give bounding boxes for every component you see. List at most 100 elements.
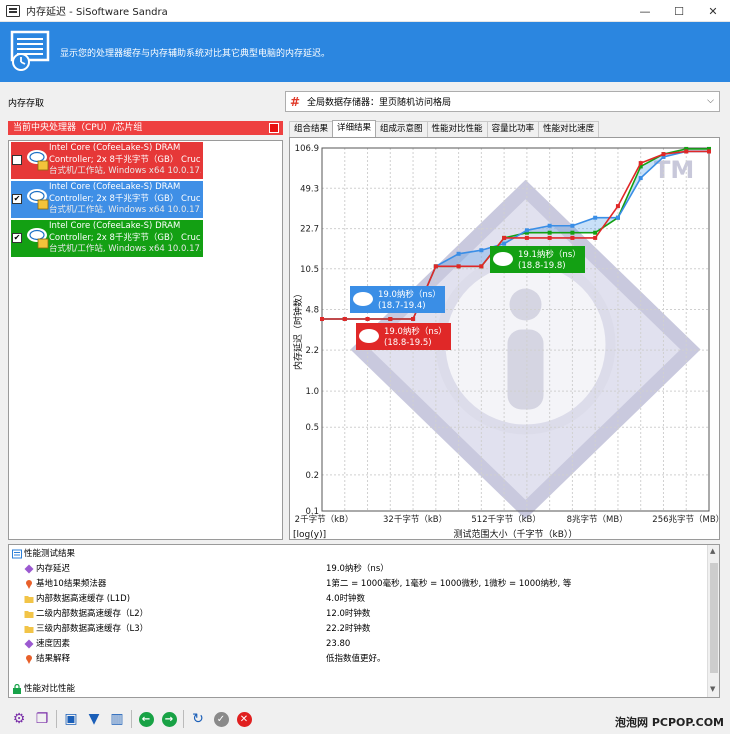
tab-performance-speed[interactable]: 性能对比速度: [538, 121, 600, 137]
results-header[interactable]: 性能测试结果: [9, 547, 709, 562]
intel-logo-icon: [353, 292, 373, 306]
result-label: 内部数据高速缓存 (L1D): [36, 594, 131, 604]
result-label: 结果解释: [36, 654, 71, 664]
title-bar: 内存延迟 - SiSoftware Sandra — ☐ ✕: [0, 0, 730, 22]
device-checkbox[interactable]: ✔: [12, 194, 22, 204]
result-label: 内存延迟: [36, 564, 71, 574]
data-point: [593, 230, 598, 235]
folder-icon: [24, 594, 34, 604]
table-row[interactable]: 内部数据高速缓存 (L1D) 4.0时钟数: [9, 592, 709, 607]
data-point: [524, 228, 529, 233]
data-point: [456, 264, 461, 269]
data-point: [570, 223, 575, 228]
list-item[interactable]: ✔ Intel Core (CofeeLake-S) DRAM Controll…: [11, 220, 203, 257]
intel-cpu-icon: [27, 150, 49, 171]
refresh-icon[interactable]: ↻: [189, 710, 207, 728]
data-point: [365, 317, 370, 322]
table-row[interactable]: 内存延迟 19.0纳秒（ns）: [9, 562, 709, 577]
intel-logo-icon: [493, 252, 513, 266]
current-cpu-header[interactable]: 当前中央处理器（CPU）/芯片组: [8, 121, 283, 135]
window-title: 内存延迟 - SiSoftware Sandra: [26, 7, 168, 18]
annotation-range: (18.7-19.4): [378, 301, 426, 311]
table-row[interactable]: 基地10结果频法器 1第二 = 1000毫秒, 1毫秒 = 1000微秒, 1微秒…: [9, 577, 709, 592]
device-list[interactable]: Intel Core (CofeeLake-S) DRAM Controller…: [8, 140, 283, 540]
tab-combined-results[interactable]: 组合结果: [289, 121, 334, 137]
device-detail: Controller; 2x 8千兆字节（GB） Cruc...: [49, 154, 201, 165]
x-tick-label: 512千字节（kB）: [471, 514, 540, 525]
scroll-down-icon[interactable]: ▼: [710, 685, 715, 693]
data-point: [570, 230, 575, 235]
toolbar-separator: [56, 710, 57, 728]
y-tick-label: 0.5: [305, 423, 319, 433]
results-footer[interactable]: 性能对比性能: [9, 682, 709, 697]
save-icon[interactable]: ▣: [62, 710, 80, 728]
table-row[interactable]: 结果解释 低指数值更好。: [9, 652, 709, 667]
compare-icon[interactable]: ❐: [33, 710, 51, 728]
data-point: [433, 264, 438, 269]
annotation-value: 19.1纳秒（ns）: [518, 249, 581, 260]
table-row[interactable]: 三级内部数据高速缓存（L3） 22.2时钟数: [9, 622, 709, 637]
result-value: 1第二 = 1000毫秒, 1毫秒 = 1000微秒, 1微秒 = 1000纳秒…: [326, 579, 572, 589]
table-row[interactable]: 速度因素 23.80: [9, 637, 709, 652]
y-tick-label: 49.3: [300, 184, 319, 194]
chevron-down-icon[interactable]: ⌵: [707, 96, 714, 106]
result-value: 19.0纳秒（ns）: [326, 564, 389, 574]
result-value: 12.0时钟数: [326, 609, 371, 619]
close-button[interactable]: ✕: [696, 0, 730, 22]
data-point: [502, 235, 507, 240]
data-point: [661, 152, 666, 157]
data-point: [707, 149, 711, 154]
device-checkbox[interactable]: [12, 155, 22, 165]
benchmark-select[interactable]: # 全局数据存储器：里页随机访问格局 ⌵: [285, 91, 720, 112]
maximize-button[interactable]: ☐: [662, 0, 696, 22]
forward-button[interactable]: →: [160, 710, 178, 728]
data-point: [547, 230, 552, 235]
filter-icon[interactable]: ▼: [85, 710, 103, 728]
tab-performance-comparison[interactable]: 性能对比性能: [426, 121, 488, 137]
data-point: [342, 317, 347, 322]
tab-detailed-results[interactable]: 详细结果: [332, 120, 377, 137]
section-label-memory-access: 内存存取: [8, 99, 45, 109]
device-name: Intel Core (CofeeLake-S) DRAM: [49, 143, 181, 153]
x-tick-label: 2千字节（kB）: [295, 514, 354, 525]
app-icon: [6, 4, 20, 17]
scrollbar-thumb[interactable]: [710, 563, 718, 673]
y-tick-label: 1.0: [305, 387, 319, 397]
scroll-up-icon[interactable]: ▲: [710, 547, 715, 555]
list-item[interactable]: ✔ Intel Core (CofeeLake-S) DRAM Controll…: [11, 181, 203, 218]
y-tick-label: 106.9: [295, 144, 319, 154]
watermark: 泡泡网 PCPOP.COM: [615, 716, 724, 729]
cancel-button[interactable]: ✕: [235, 710, 253, 728]
data-point: [547, 235, 552, 240]
tab-composition-diagram[interactable]: 组成示意图: [375, 121, 428, 137]
data-point: [570, 235, 575, 240]
diamond-icon: [24, 564, 34, 574]
settings-gear-icon[interactable]: ⚙: [10, 710, 28, 728]
x-axis-label: 测试范围大小（千字节（kB））: [454, 528, 578, 540]
current-cpu-label: 当前中央处理器（CPU）/芯片组: [13, 123, 143, 133]
toolbar-separator: [183, 710, 184, 728]
back-button[interactable]: ←: [137, 710, 155, 728]
annotation-value: 19.0纳秒（ns）: [378, 289, 441, 300]
minimize-button[interactable]: —: [628, 0, 662, 22]
folder-icon: [24, 609, 34, 619]
data-point: [388, 317, 393, 322]
device-checkbox[interactable]: ✔: [12, 233, 22, 243]
data-point: [524, 235, 529, 240]
data-point: [456, 251, 461, 256]
table-row[interactable]: 二级内部数据高速缓存（L2） 12.0时钟数: [9, 607, 709, 622]
results-scrollbar[interactable]: ▲ ▼: [707, 545, 719, 697]
ok-button[interactable]: ✓: [212, 710, 230, 728]
lock-icon: [13, 684, 21, 694]
data-point: [684, 149, 689, 154]
result-label: 三级内部数据高速缓存（L3）: [36, 624, 149, 634]
list-item[interactable]: Intel Core (CofeeLake-S) DRAM Controller…: [11, 142, 203, 179]
bar-chart-icon[interactable]: ▥: [108, 710, 126, 728]
intel-logo-icon: [359, 329, 379, 343]
annotation-range: (18.8-19.5): [384, 338, 432, 348]
data-point: [593, 215, 598, 220]
data-point: [411, 317, 416, 322]
tab-capacity-power[interactable]: 容量比功率: [486, 121, 540, 137]
device-detail: Controller; 2x 8千兆字节（GB） Cruc...: [49, 232, 201, 243]
color-swatch[interactable]: [269, 123, 279, 133]
